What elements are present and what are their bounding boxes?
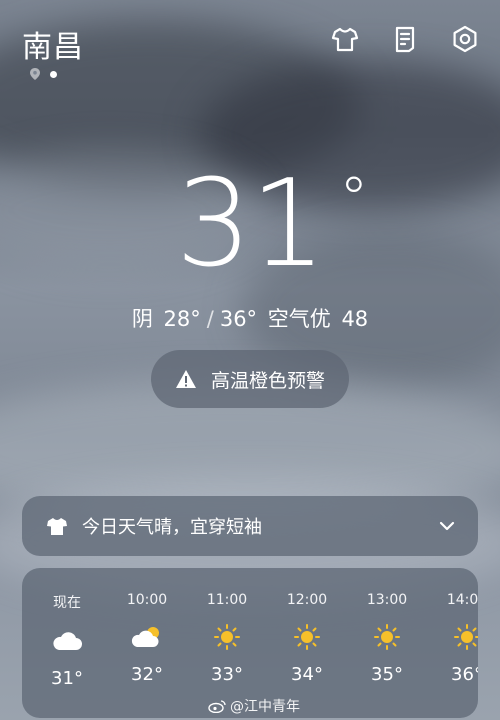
high-temp: 36° xyxy=(219,307,258,331)
sun-icon xyxy=(294,624,320,650)
low-temp: 28° xyxy=(163,307,201,331)
hour-temp: 31° xyxy=(51,668,83,689)
current-temperature-block: 31 ° xyxy=(0,165,500,285)
temp-separator: / xyxy=(206,307,214,331)
weather-alert-button[interactable]: 高温橙色预警 xyxy=(151,350,349,408)
watermark: @江中青年 xyxy=(208,696,300,716)
location-icon xyxy=(30,68,40,80)
top-bar: 南昌 xyxy=(22,18,480,80)
hour-time: 12:00 xyxy=(286,592,328,608)
sun-icon xyxy=(374,624,400,650)
warning-icon xyxy=(175,370,196,388)
dressing-advice-text: 今日天气晴，宜穿短袖 xyxy=(82,517,262,538)
sun-icon xyxy=(214,624,240,650)
condition-text: 阴 xyxy=(131,307,153,331)
forecast-list-icon[interactable] xyxy=(390,24,420,54)
hourly-item: 10:00 32° xyxy=(112,592,182,685)
top-actions xyxy=(330,24,480,54)
hour-time: 13:00 xyxy=(366,592,408,608)
hourly-item: 13:00 35° xyxy=(352,592,422,685)
hour-temp: 34° xyxy=(291,664,323,685)
hour-temp: 32° xyxy=(131,664,163,685)
alert-label: 高温橙色预警 xyxy=(210,369,325,392)
cloudy-icon xyxy=(53,632,82,650)
partly-cloudy-icon xyxy=(131,627,159,647)
aqi-value: 48 xyxy=(341,307,369,331)
hour-time: 14:00 xyxy=(446,592,478,608)
temperature-value: 31 xyxy=(175,155,327,294)
hour-time: 10:00 xyxy=(126,592,168,608)
weather-summary: 阴 28°/36° 空气优 48 xyxy=(0,303,500,333)
current-temperature: 31 ° xyxy=(176,165,369,285)
hour-temp: 35° xyxy=(371,664,403,685)
hourly-item: 11:00 33° xyxy=(192,592,262,685)
hour-temp: 33° xyxy=(211,664,243,685)
weibo-logo-icon xyxy=(208,700,226,713)
page-indicator xyxy=(30,68,57,80)
hour-temp: 36° xyxy=(451,664,478,685)
city-name[interactable]: 南昌 xyxy=(22,22,84,66)
sun-icon xyxy=(454,624,478,650)
shirt-icon xyxy=(47,518,67,535)
degree-symbol: ° xyxy=(339,164,368,232)
chevron-down-icon[interactable] xyxy=(438,517,456,535)
watermark-text: @江中青年 xyxy=(230,699,300,715)
clothing-icon[interactable] xyxy=(330,24,360,54)
active-page-dot xyxy=(50,70,57,78)
hour-time: 现在 xyxy=(53,595,81,611)
hourly-item: 12:00 34° xyxy=(272,592,342,685)
dressing-advice-card[interactable]: 今日天气晴，宜穿短袖 xyxy=(22,496,478,556)
hourly-item: 现在 31° xyxy=(32,592,102,689)
aqi-label: 空气优 xyxy=(267,307,331,331)
settings-icon[interactable] xyxy=(450,24,480,54)
hour-time: 11:00 xyxy=(206,592,248,608)
hourly-item: 14:00 36° xyxy=(432,592,478,685)
